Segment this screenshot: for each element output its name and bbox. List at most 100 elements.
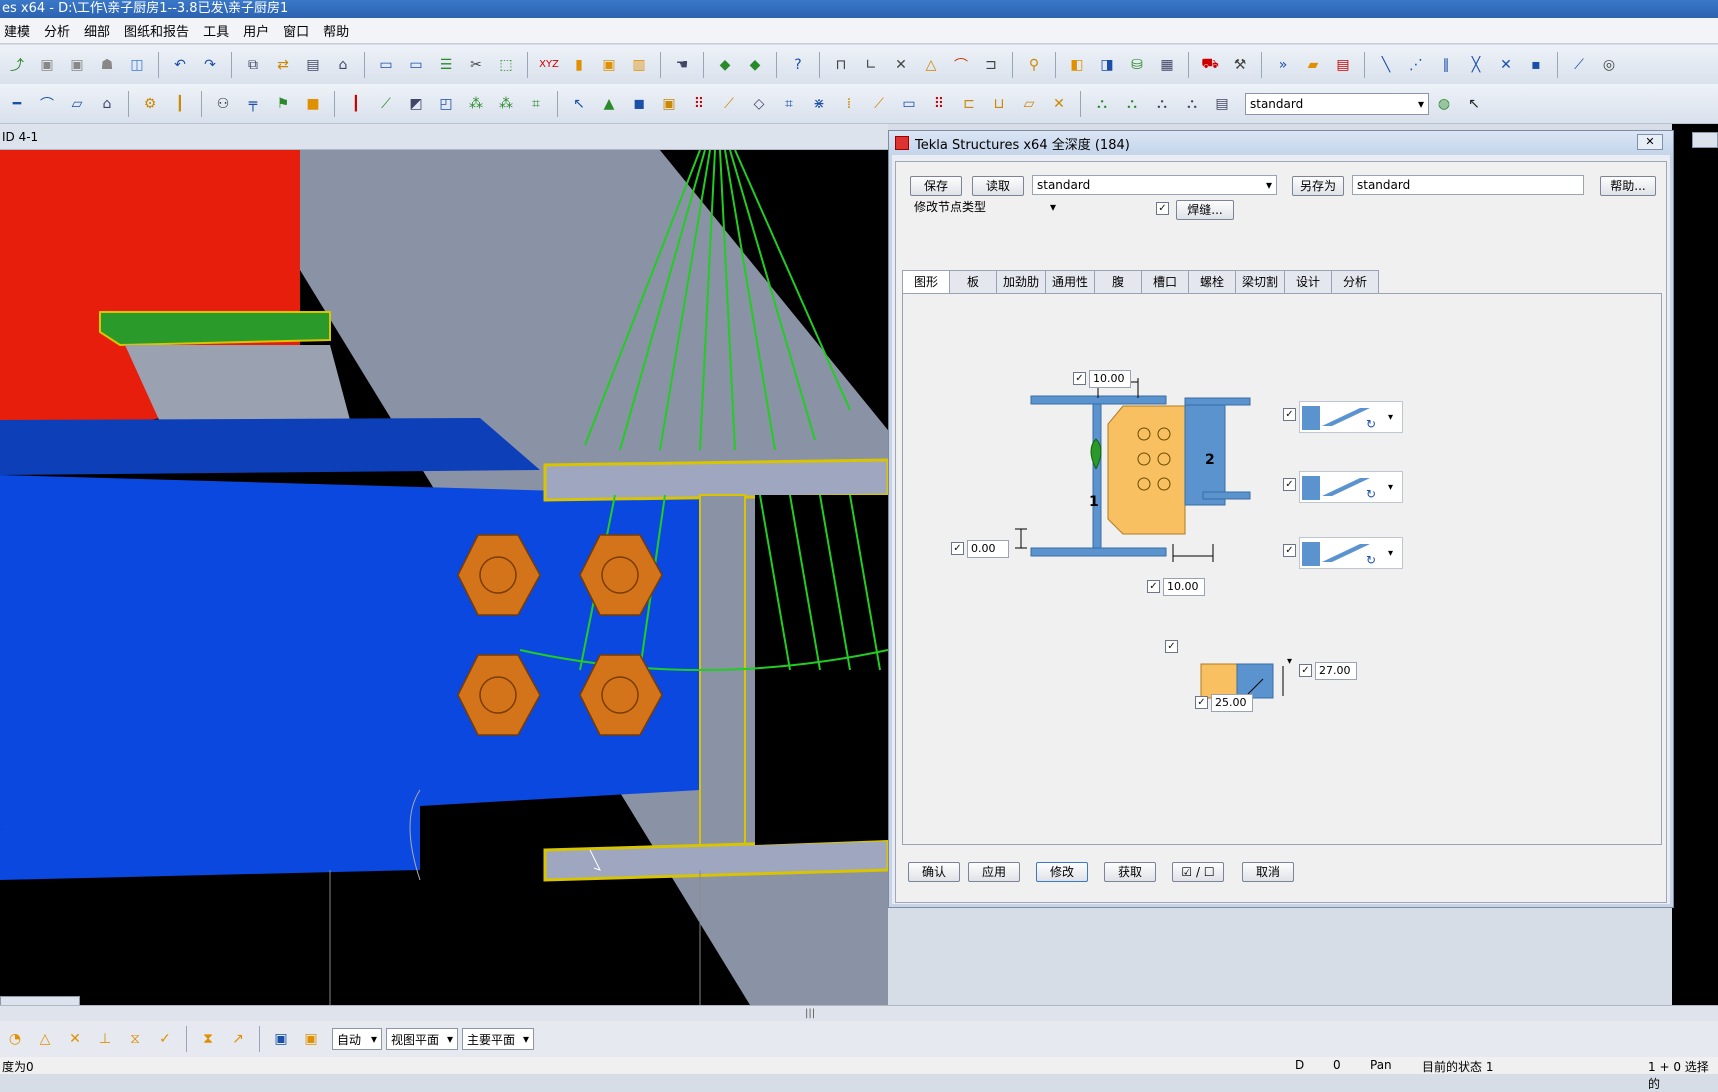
share-icon[interactable]: ⤴ <box>6 54 28 76</box>
top-gap-input[interactable]: 10.00 <box>1089 370 1131 388</box>
select-rebar-icon[interactable]: ⠿ <box>928 93 950 115</box>
menu-analysis[interactable]: 分析 <box>44 21 70 40</box>
slash-icon[interactable]: ⟋ <box>1568 54 1590 76</box>
dialog-close-button[interactable]: ✕ <box>1637 134 1663 150</box>
select-part-icon[interactable]: ◼ <box>628 93 650 115</box>
select-cast-icon[interactable]: ⊔ <box>988 93 1010 115</box>
snap-view-icon[interactable]: ▣ <box>270 1028 292 1050</box>
select-gridline-icon[interactable]: ⋇ <box>808 93 830 115</box>
plate-icon[interactable]: ◩ <box>405 93 427 115</box>
load-attributes-select[interactable]: standard ▾ <box>1032 175 1277 195</box>
grid-nodes2-icon[interactable]: ⁂ <box>495 93 517 115</box>
toggle-all-button[interactable]: ☑ / ☐ <box>1172 862 1224 882</box>
tab-design[interactable]: 设计 <box>1284 270 1333 294</box>
snap-cross-icon[interactable]: ✕ <box>64 1028 86 1050</box>
snap-circle-icon[interactable]: ◔ <box>4 1028 26 1050</box>
tab-bolts[interactable]: 螺栓 <box>1188 270 1237 294</box>
menu-detailing[interactable]: 细部 <box>84 21 110 40</box>
select-filter-icon[interactable]: ▤ <box>1211 93 1233 115</box>
bottom-gap-checkbox[interactable]: ✓ <box>1147 580 1160 593</box>
node-type-select[interactable]: 修改节点类型 ▾ <box>910 198 1060 218</box>
chamfer-bottom-input[interactable]: 25.00 <box>1211 694 1253 712</box>
stiffener-option-2-select[interactable]: ↻ ▾ <box>1299 471 1403 503</box>
bottom-gap-input[interactable]: 10.00 <box>1163 578 1205 596</box>
cross-line-icon[interactable]: ╳ <box>1465 54 1487 76</box>
truck-icon[interactable]: ⛟ <box>1199 54 1221 76</box>
tab-picture[interactable]: 图形 <box>902 270 950 295</box>
db-icon[interactable]: ⛁ <box>1126 54 1148 76</box>
select-objects-icon[interactable]: ⛬ <box>1091 93 1113 115</box>
pin-icon[interactable]: ⚲ <box>1023 54 1045 76</box>
dashed-line-icon[interactable]: ⋰ <box>1405 54 1427 76</box>
select-objects4-icon[interactable]: ⛬ <box>1181 93 1203 115</box>
select-single-bolt-icon[interactable]: ⟋ <box>868 93 890 115</box>
calc-icon[interactable]: ▦ <box>1156 54 1178 76</box>
line-icon[interactable]: ╲ <box>1375 54 1397 76</box>
select-assembly-icon[interactable]: ⊏ <box>958 93 980 115</box>
circle-icon[interactable]: ◎ <box>1598 54 1620 76</box>
left-offset-input[interactable]: 0.00 <box>967 540 1009 558</box>
help-cursor-icon[interactable]: ? <box>787 54 809 76</box>
more-icon[interactable]: » <box>1272 54 1294 76</box>
save-button[interactable]: 保存 <box>910 176 962 196</box>
chamfer-checkbox[interactable]: ✓ <box>1165 640 1178 653</box>
menu-drawings-reports[interactable]: 图纸和报告 <box>124 21 189 40</box>
paste-icon[interactable]: ▤ <box>302 54 324 76</box>
snap-check-icon[interactable]: ✓ <box>154 1028 176 1050</box>
weld-checkbox[interactable]: ✓ <box>1156 202 1169 215</box>
ok-button[interactable]: 确认 <box>908 862 960 882</box>
apply-button[interactable]: 应用 <box>968 862 1020 882</box>
chamfer-bottom-checkbox[interactable]: ✓ <box>1195 696 1208 709</box>
brace-icon[interactable]: ⟋ <box>375 93 397 115</box>
beam-icon[interactable]: ━ <box>6 93 28 115</box>
weld-tool-icon[interactable]: ┃ <box>169 93 191 115</box>
snap-view2-icon[interactable]: ▣ <box>300 1028 322 1050</box>
catalog-icon[interactable]: ▤ <box>1332 54 1354 76</box>
grid-nodes-icon[interactable]: ⁂ <box>465 93 487 115</box>
select-plane-icon[interactable]: ▱ <box>1018 93 1040 115</box>
select-welds-icon[interactable]: ◇ <box>748 93 770 115</box>
binoculars-icon[interactable]: ⚇ <box>212 93 234 115</box>
select-surface-icon[interactable]: ▣ <box>658 93 680 115</box>
menu-help[interactable]: 帮助 <box>323 21 349 40</box>
cut-shape-icon[interactable]: ◰ <box>435 93 457 115</box>
stiffener-option-1-checkbox[interactable]: ✓ <box>1283 408 1296 421</box>
select-box-icon[interactable]: ⬚ <box>495 54 517 76</box>
table-icon[interactable]: ╤ <box>242 93 264 115</box>
bolt-tool-icon[interactable]: ⚙ <box>139 93 161 115</box>
pointer-icon[interactable]: ↖ <box>1463 93 1485 115</box>
load-button[interactable]: 读取 <box>972 176 1024 196</box>
green-cube2-icon[interactable]: ◆ <box>744 54 766 76</box>
arc-icon[interactable]: ⌒ <box>950 54 972 76</box>
select-objects3-icon[interactable]: ⛬ <box>1151 93 1173 115</box>
users-icon[interactable]: ☗ <box>96 54 118 76</box>
top-gap-checkbox[interactable]: ✓ <box>1073 372 1086 385</box>
main-plane-combo[interactable]: 主要平面 ▾ <box>462 1028 534 1050</box>
roof-icon[interactable]: ⌂ <box>96 93 118 115</box>
stiffener-option-2-checkbox[interactable]: ✓ <box>1283 478 1296 491</box>
stiffener-option-3-checkbox[interactable]: ✓ <box>1283 544 1296 557</box>
select-grids-icon[interactable]: ⌗ <box>778 93 800 115</box>
chamfer-right-checkbox[interactable]: ✓ <box>1299 664 1312 677</box>
horizontal-scrollbar[interactable]: ||| <box>0 1005 1718 1021</box>
tab-plate[interactable]: 板 <box>949 270 997 294</box>
save-as-button[interactable]: 另存为 <box>1292 176 1344 196</box>
door-icon[interactable]: ⌂ <box>332 54 354 76</box>
tab-general[interactable]: 通用性 <box>1045 270 1096 294</box>
snap-mid-icon[interactable]: ⧖ <box>124 1028 146 1050</box>
clash2-icon[interactable]: ◨ <box>1096 54 1118 76</box>
snap-depth-combo[interactable]: 自动 ▾ <box>332 1028 382 1050</box>
intersect-icon[interactable]: ✕ <box>1495 54 1517 76</box>
select-cross-icon[interactable]: ✕ <box>1048 93 1070 115</box>
menu-tools[interactable]: 工具 <box>203 21 229 40</box>
green-cube-icon[interactable]: ◆ <box>714 54 736 76</box>
get-button[interactable]: 获取 <box>1104 862 1156 882</box>
hand-icon[interactable]: ☚ <box>671 54 693 76</box>
copy-icon[interactable]: ⧉ <box>242 54 264 76</box>
left-offset-checkbox[interactable]: ✓ <box>951 542 964 555</box>
tab-beam-cut[interactable]: 梁切割 <box>1235 270 1286 294</box>
clash-icon[interactable]: ◧ <box>1066 54 1088 76</box>
list-icon[interactable]: ☰ <box>435 54 457 76</box>
triangle-icon[interactable]: △ <box>920 54 942 76</box>
tab-stiffener[interactable]: 加劲肋 <box>996 270 1047 294</box>
